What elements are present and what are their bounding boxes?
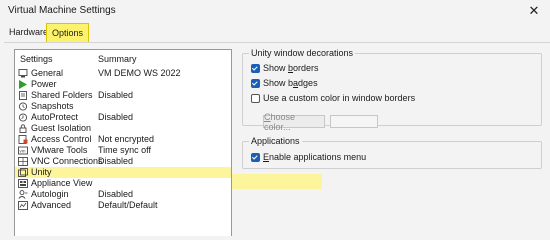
list-item-summary: Disabled bbox=[98, 112, 134, 122]
group-title: Applications bbox=[249, 136, 302, 146]
list-item-summary: Default/Default bbox=[98, 200, 158, 210]
show-borders-checkbox[interactable]: Show borders bbox=[251, 62, 319, 74]
list-item-appliance-view[interactable]: Appliance View bbox=[15, 178, 231, 189]
shared-folders-icon bbox=[19, 91, 27, 100]
list-item-vmware-tools[interactable]: vm VMware Tools Time sync off bbox=[15, 145, 231, 156]
general-icon bbox=[18, 69, 28, 78]
access-control-icon bbox=[18, 135, 28, 144]
list-item-advanced[interactable]: Advanced Default/Default bbox=[15, 200, 231, 211]
close-button[interactable]: ✕ bbox=[518, 0, 550, 22]
list-item-access-control[interactable]: Access Control Not encrypted bbox=[15, 134, 231, 145]
list-item-summary: Disabled bbox=[98, 90, 134, 100]
list-item-summary: VM DEMO WS 2022 bbox=[98, 68, 181, 78]
close-icon: ✕ bbox=[528, 3, 540, 18]
list-item-label: General bbox=[31, 68, 64, 78]
list-item-summary: Disabled bbox=[98, 156, 134, 166]
list-header: Settings Summary bbox=[15, 53, 231, 67]
checkbox-unchecked-icon bbox=[251, 93, 260, 103]
list-item-label: Shared Folders bbox=[31, 90, 93, 100]
list-item-label: VMware Tools bbox=[31, 145, 88, 155]
list-item-label: Guest Isolation bbox=[31, 123, 92, 133]
vmware-tools-icon: vm bbox=[18, 146, 28, 155]
list-item-autoprotect[interactable]: AutoProtect Disabled bbox=[15, 112, 231, 123]
list-item-label: Access Control bbox=[31, 134, 92, 144]
title-bar: Virtual Machine Settings ✕ bbox=[0, 0, 550, 22]
tab-options[interactable]: Options bbox=[46, 23, 90, 42]
label-part: Show bbox=[263, 63, 289, 73]
autoprotect-icon bbox=[18, 113, 28, 122]
autologin-icon bbox=[18, 190, 28, 199]
list-item-label: Snapshots bbox=[31, 101, 74, 111]
list-item-label: Unity bbox=[31, 167, 52, 177]
custom-color-checkbox[interactable]: Use a custom color in window borders bbox=[251, 92, 415, 104]
window-title: Virtual Machine Settings bbox=[8, 5, 116, 16]
selection-highlight bbox=[232, 174, 322, 189]
show-borders-label: Show borders bbox=[263, 63, 319, 73]
show-badges-label: Show badges bbox=[263, 78, 318, 88]
list-item-label: Autologin bbox=[31, 189, 69, 199]
list-item-label: Power bbox=[31, 79, 57, 89]
svg-text:vm: vm bbox=[20, 149, 26, 154]
label-part: nable applications menu bbox=[269, 152, 367, 162]
choose-color-label: Choose color... bbox=[264, 112, 324, 132]
list-item-autologin[interactable]: Autologin Disabled bbox=[15, 189, 231, 200]
list-item-general[interactable]: General VM DEMO WS 2022 bbox=[15, 68, 231, 79]
group-title: Unity window decorations bbox=[249, 48, 356, 58]
guest-isolation-icon bbox=[19, 124, 27, 133]
checkbox-checked-icon bbox=[251, 152, 260, 162]
checkbox-checked-icon bbox=[251, 63, 260, 73]
snapshots-icon bbox=[18, 102, 28, 111]
unity-decorations-group: Unity window decorations Show borders Sh… bbox=[242, 48, 542, 132]
enable-applications-menu-checkbox[interactable]: Enable applications menu bbox=[251, 151, 366, 163]
list-item-label: Advanced bbox=[31, 200, 72, 210]
list-item-snapshots[interactable]: Snapshots bbox=[15, 101, 231, 112]
list-item-guest-isolation[interactable]: Guest Isolation bbox=[15, 123, 231, 134]
label-part: dges bbox=[298, 78, 318, 88]
list-item-label: VNC Connections bbox=[31, 156, 103, 166]
settings-list[interactable]: Settings Summary General VM DEMO WS 2022… bbox=[14, 49, 232, 236]
list-item-vnc-connections[interactable]: VNC Connections Disabled bbox=[15, 156, 231, 167]
summary-column-header[interactable]: Summary bbox=[98, 54, 137, 64]
list-item-shared-folders[interactable]: Shared Folders Disabled bbox=[15, 90, 231, 101]
list-item-label: AutoProtect bbox=[31, 112, 79, 122]
color-swatch bbox=[330, 115, 378, 128]
show-badges-checkbox[interactable]: Show badges bbox=[251, 77, 318, 89]
list-item-summary: Time sync off bbox=[98, 145, 152, 155]
tab-strip: Hardware Options bbox=[0, 23, 550, 42]
label-part: Show b bbox=[263, 78, 294, 88]
applications-group: Applications Enable applications menu bbox=[242, 136, 542, 169]
unity-icon bbox=[18, 168, 28, 177]
settings-rows: General VM DEMO WS 2022 Power Shared Fol… bbox=[15, 68, 231, 211]
vnc-connections-icon bbox=[18, 157, 28, 166]
list-item-unity[interactable]: Unity bbox=[15, 167, 231, 178]
list-item-summary: Not encrypted bbox=[98, 134, 155, 144]
list-item-summary: Disabled bbox=[98, 189, 134, 199]
enable-applications-menu-label: Enable applications menu bbox=[263, 152, 366, 162]
settings-column-header[interactable]: Settings bbox=[20, 54, 53, 64]
list-item-label: Appliance View bbox=[31, 178, 93, 188]
label-part: orders bbox=[293, 63, 319, 73]
list-item-power[interactable]: Power bbox=[15, 79, 231, 90]
appliance-view-icon bbox=[18, 179, 28, 188]
custom-color-label: Use a custom color in window borders bbox=[263, 93, 416, 103]
choose-color-button[interactable]: Choose color... bbox=[263, 112, 325, 132]
checkbox-checked-icon bbox=[251, 78, 260, 88]
power-icon bbox=[19, 80, 27, 89]
advanced-icon bbox=[18, 201, 28, 210]
